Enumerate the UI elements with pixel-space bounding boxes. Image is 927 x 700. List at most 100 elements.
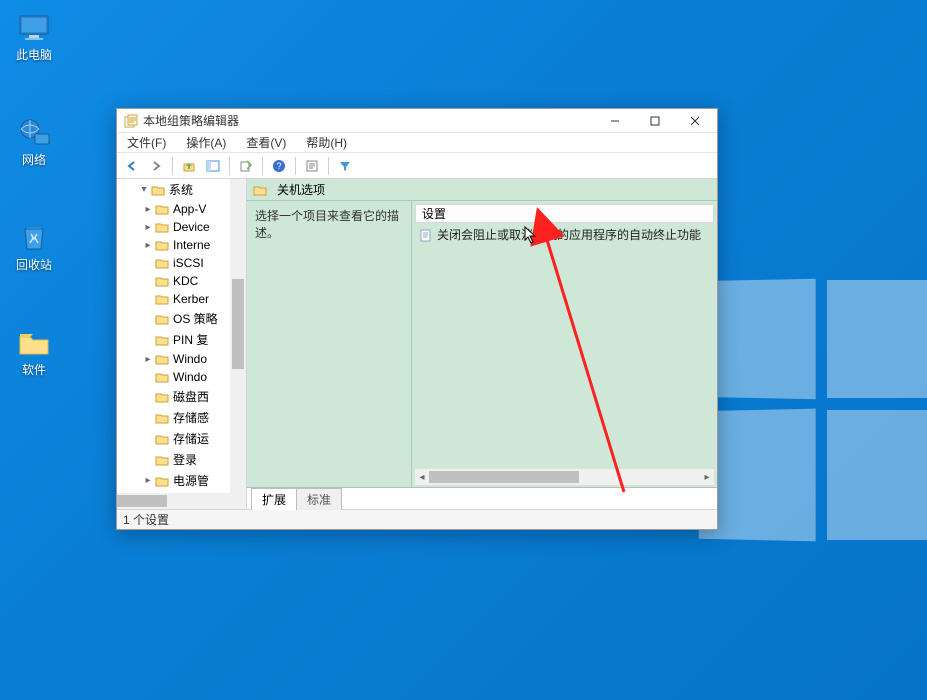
tree-item-label: iSCSI [173, 256, 204, 270]
filter-button[interactable] [334, 155, 356, 177]
folder-icon [155, 203, 169, 215]
tree-item-label: Device [173, 220, 210, 234]
settings-column-header[interactable]: 设置 [415, 204, 714, 223]
menu-file[interactable]: 文件(F) [121, 133, 172, 152]
menu-help[interactable]: 帮助(H) [300, 133, 353, 152]
tree-item-8[interactable]: ▸ Windo [117, 350, 230, 368]
tree-item-2[interactable]: ▸Interne [117, 236, 230, 254]
folder-icon [155, 454, 169, 466]
folder-icon [253, 184, 267, 196]
this-pc-icon [16, 12, 52, 44]
details-header-title: 关机选项 [277, 181, 325, 198]
folder-icon [155, 371, 169, 383]
tree-item-label: OS 策略 [173, 310, 218, 327]
tree-item-5[interactable]: Kerber [117, 290, 230, 308]
desktop-icon-label: 软件 [22, 361, 46, 378]
folder-icon [155, 293, 169, 305]
tree-item-12[interactable]: 存储运 [117, 428, 230, 449]
tree-item-label: 电源管 [173, 472, 209, 489]
tab-standard[interactable]: 标准 [296, 488, 342, 510]
settings-horizontal-scrollbar[interactable]: ◂ ▸ [415, 469, 714, 485]
details-header: 关机选项 [247, 179, 717, 201]
tree-panel: ▾ 系统 ▸App-V▸Device▸InterneiSCSIKDCKerber… [117, 179, 247, 509]
close-button[interactable] [675, 110, 715, 132]
up-folder-button[interactable] [178, 155, 200, 177]
toolbar-separator [172, 157, 173, 175]
window-title: 本地组策略编辑器 [143, 112, 595, 129]
tree-item-label: 登录 [173, 451, 197, 468]
tree-item-10[interactable]: 磁盘西 [117, 386, 230, 407]
maximize-button[interactable] [635, 110, 675, 132]
help-button[interactable]: ? [268, 155, 290, 177]
settings-list: 关闭会阻止或取消关机的应用程序的自动终止功能 [415, 224, 714, 467]
expand-icon[interactable]: ▸ [143, 475, 153, 486]
expand-icon[interactable]: ▸ [143, 240, 153, 251]
scrollbar-thumb[interactable] [117, 495, 167, 507]
desktop-icon-label: 网络 [22, 151, 46, 168]
titlebar[interactable]: 本地组策略编辑器 [117, 109, 717, 133]
tree-item-9[interactable]: Windo [117, 368, 230, 386]
scroll-right-arrow[interactable]: ▸ [700, 469, 714, 485]
properties-button[interactable] [301, 155, 323, 177]
tree-item-label: 磁盘西 [173, 388, 209, 405]
folder-icon [151, 184, 165, 196]
tab-extended[interactable]: 扩展 [251, 488, 297, 510]
tree-scroll[interactable]: ▾ 系统 ▸App-V▸Device▸InterneiSCSIKDCKerber… [117, 179, 230, 493]
tree-item-7[interactable]: PIN 复 [117, 329, 230, 350]
folder-icon [155, 334, 169, 346]
menu-action[interactable]: 操作(A) [180, 133, 232, 152]
tree-item-14[interactable]: ▸ 电源管 [117, 470, 230, 491]
tree-item-4[interactable]: KDC [117, 272, 230, 290]
details-panel: 关机选项 选择一个项目来查看它的描述。 设置 关闭会阻止或取消关机的应用程序的自… [247, 179, 717, 509]
folder-icon [155, 412, 169, 424]
tree-item-label: Kerber [173, 292, 209, 306]
folder-icon [155, 475, 169, 487]
expand-icon[interactable]: ▸ [143, 204, 153, 215]
folder-icon [155, 353, 169, 365]
network-icon [16, 117, 52, 149]
gpedit-window: 本地组策略编辑器 文件(F) 操作(A) 查看(V) 帮助(H) ? ▾ [116, 108, 718, 530]
nav-forward-button[interactable] [145, 155, 167, 177]
toolbar: ? [117, 153, 717, 179]
expand-icon[interactable]: ▸ [143, 354, 153, 365]
collapse-icon[interactable]: ▾ [139, 184, 149, 195]
desktop-icon-recycle-bin[interactable]: 回收站 [6, 218, 62, 277]
tree-item-1[interactable]: ▸ Device [117, 218, 230, 236]
desktop-icon-software-folder[interactable]: 软件 [6, 323, 62, 382]
nav-back-button[interactable] [121, 155, 143, 177]
svg-text:?: ? [276, 161, 281, 171]
tree-item-0[interactable]: ▸App-V [117, 200, 230, 218]
desktop-icon-this-pc[interactable]: 此电脑 [6, 8, 62, 67]
tree-horizontal-scrollbar[interactable] [117, 493, 230, 509]
tree-item-11[interactable]: 存储感 [117, 407, 230, 428]
export-list-button[interactable] [235, 155, 257, 177]
desktop-icons: 此电脑 网络 回收站 软件 [6, 0, 66, 382]
description-text: 选择一个项目来查看它的描述。 [255, 209, 399, 240]
scrollbar-thumb[interactable] [232, 279, 244, 369]
settings-pane: 设置 关闭会阻止或取消关机的应用程序的自动终止功能 ◂ ▸ [412, 201, 717, 487]
desktop-icon-network[interactable]: 网络 [6, 113, 62, 172]
show-hide-tree-button[interactable] [202, 155, 224, 177]
tree-item-6[interactable]: OS 策略 [117, 308, 230, 329]
tree-item-13[interactable]: 登录 [117, 449, 230, 470]
tree-item-3[interactable]: iSCSI [117, 254, 230, 272]
toolbar-separator [295, 157, 296, 175]
expand-icon[interactable]: ▸ [143, 222, 153, 233]
toolbar-separator [229, 157, 230, 175]
scroll-corner [230, 493, 246, 509]
details-body: 选择一个项目来查看它的描述。 设置 关闭会阻止或取消关机的应用程序的自动终止功能… [247, 201, 717, 487]
tree-item-label: Windo [173, 370, 207, 384]
setting-label: 关闭会阻止或取消关机的应用程序的自动终止功能 [437, 226, 701, 243]
scroll-left-arrow[interactable]: ◂ [415, 469, 429, 485]
folder-icon [16, 327, 52, 359]
toolbar-separator [262, 157, 263, 175]
menu-view[interactable]: 查看(V) [240, 133, 292, 152]
folder-icon [155, 257, 169, 269]
windows-logo-watermark [697, 280, 927, 540]
tree-vertical-scrollbar[interactable] [230, 179, 246, 493]
setting-item-0[interactable]: 关闭会阻止或取消关机的应用程序的自动终止功能 [415, 224, 714, 245]
minimize-button[interactable] [595, 110, 635, 132]
scrollbar-thumb[interactable] [429, 471, 579, 483]
tree-item-label: Windo [173, 352, 207, 366]
tree-root-system[interactable]: ▾ 系统 [117, 179, 230, 200]
